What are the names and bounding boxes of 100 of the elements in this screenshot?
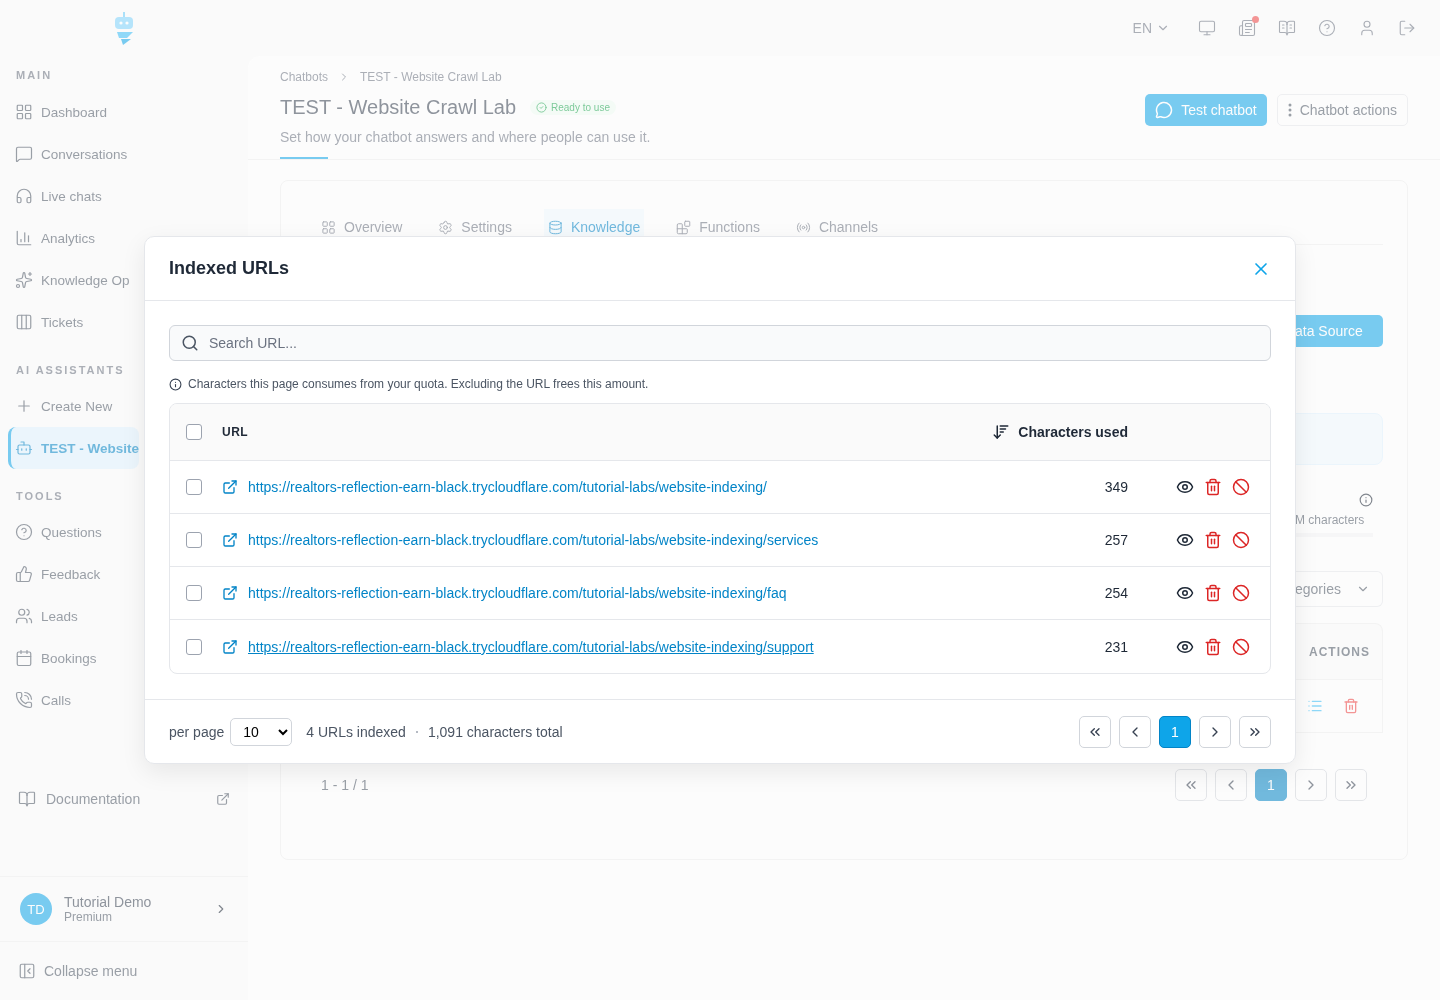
sidebar-item[interactable]: Analytics — [8, 217, 96, 259]
monitor-icon[interactable] — [1198, 19, 1216, 37]
plus-icon — [15, 397, 33, 415]
sidebar-item[interactable]: Tickets — [8, 301, 84, 343]
grid-icon — [15, 103, 33, 121]
logout-icon[interactable] — [1398, 19, 1416, 37]
delete-button[interactable] — [1204, 478, 1222, 496]
previous-page-button[interactable] — [1215, 769, 1247, 801]
url-link[interactable]: https://realtors-reflection-earn-black.trycloudflare.com/tutorial-labs/website-indexing/support — [248, 638, 814, 655]
usage-label: M characters — [1295, 513, 1365, 527]
last-page-button[interactable] — [1335, 769, 1367, 801]
section-heading: TOOLS — [16, 490, 64, 503]
column-header: ACTIONS — [1295, 623, 1383, 679]
settings-icon — [438, 219, 454, 235]
database-icon — [547, 219, 563, 235]
users-icon — [15, 607, 33, 625]
view-button[interactable] — [1176, 531, 1194, 549]
search-field[interactable]: Search URL... — [169, 325, 1271, 361]
url-link[interactable]: https://realtors-reflection-earn-black.trycloudflare.com/tutorial-labs/website-indexing/services — [248, 532, 819, 548]
delete-button[interactable] — [1204, 584, 1222, 602]
eye-icon — [1176, 531, 1194, 549]
breadcrumb-current: TEST - Website Crawl Lab — [360, 70, 502, 84]
tab[interactable]: Channels — [791, 209, 883, 245]
next-page-button[interactable] — [1199, 715, 1231, 748]
delete-button[interactable] — [1204, 531, 1222, 549]
external-link-icon — [222, 638, 238, 655]
url-link[interactable]: https://realtors-reflection-earn-black.trycloudflare.com/tutorial-labs/website-indexing/ — [248, 479, 767, 495]
exclude-button[interactable] — [1232, 584, 1250, 602]
eye-icon — [1176, 478, 1194, 496]
row-checkbox[interactable] — [186, 479, 202, 495]
last-page-button[interactable] — [1239, 715, 1271, 748]
user-icon[interactable] — [1358, 19, 1376, 37]
chatbot-actions-button[interactable]: Chatbot actions — [1276, 94, 1408, 126]
exclude-button[interactable] — [1232, 637, 1250, 656]
trash-icon — [1204, 531, 1222, 549]
list-icon[interactable] — [1307, 698, 1323, 714]
sidebar-item[interactable]: Bookings — [8, 637, 97, 679]
phone-icon — [15, 691, 33, 709]
sort-column-header[interactable]: Characters used — [992, 423, 1128, 441]
row-checkbox[interactable] — [186, 532, 202, 548]
test-chatbot-button[interactable]: Test chatbot — [1145, 94, 1267, 126]
trash-icon — [1204, 478, 1222, 496]
first-page-button[interactable] — [1175, 769, 1207, 801]
user-avatar: TD — [20, 893, 52, 925]
exclude-button[interactable] — [1232, 478, 1250, 496]
sidebar-item[interactable]: Live chats — [8, 175, 102, 217]
sidebar-item[interactable]: Create New — [8, 385, 113, 427]
help-icon[interactable] — [1318, 19, 1336, 37]
per-page-select[interactable]: 10 — [230, 717, 293, 746]
trash-icon[interactable] — [1343, 698, 1359, 714]
row-checkbox[interactable] — [186, 585, 202, 601]
add-data-source-button[interactable]: ata Source — [1295, 315, 1383, 347]
status-badge: Ready to use — [530, 100, 616, 115]
sidebar-item[interactable]: Feedback — [8, 553, 101, 595]
book-icon[interactable] — [1278, 19, 1296, 37]
sidebar-item[interactable]: Leads — [8, 595, 78, 637]
characters-cell: 349 — [1104, 479, 1128, 495]
view-button[interactable] — [1176, 478, 1194, 496]
trash-icon — [1204, 584, 1222, 602]
sidebar-item[interactable]: TEST - Website — [8, 427, 139, 469]
select-all-checkbox[interactable] — [186, 424, 202, 440]
columns-icon — [15, 313, 33, 331]
more-vertical-icon — [1287, 103, 1292, 117]
chart-icon — [15, 229, 33, 247]
thumbs-up-icon — [15, 565, 33, 583]
chat-icon — [15, 145, 33, 163]
documentation-link[interactable]: Documentation — [8, 777, 240, 820]
pagination-range: 1 - 1 / 1 — [321, 777, 369, 793]
page-button[interactable]: 1 — [1159, 715, 1191, 748]
previous-page-button[interactable] — [1119, 715, 1151, 748]
view-button[interactable] — [1176, 584, 1194, 602]
page-button[interactable]: 1 — [1255, 769, 1287, 801]
breadcrumb-link[interactable]: Chatbots — [280, 70, 329, 84]
info-icon — [169, 377, 182, 391]
info-icon — [1359, 493, 1373, 507]
chat-bubble-icon — [1155, 101, 1174, 119]
characters-cell: 254 — [1104, 585, 1128, 601]
collapse-menu-button[interactable]: Collapse menu — [0, 942, 156, 1000]
news-icon[interactable] — [1238, 19, 1256, 37]
delete-button[interactable] — [1204, 637, 1222, 656]
language-selector[interactable]: EN — [1126, 19, 1176, 37]
page-title: TEST - Website Crawl Lab — [280, 96, 516, 119]
section-heading: MAIN — [16, 69, 53, 82]
characters-cell: 257 — [1104, 532, 1128, 548]
quota-note: Characters this page consumes from your quota. Excluding the URL frees this amount. — [188, 377, 649, 391]
sidebar-item[interactable]: Conversations — [8, 133, 128, 175]
row-checkbox[interactable] — [186, 638, 202, 655]
tab[interactable]: Overview — [317, 209, 407, 245]
user-plan: Premium — [64, 910, 113, 924]
external-link-icon — [216, 791, 230, 806]
url-link[interactable]: https://realtors-reflection-earn-black.trycloudflare.com/tutorial-labs/website-indexing/faq — [248, 585, 787, 601]
sidebar-item[interactable]: Dashboard — [8, 91, 108, 133]
first-page-button[interactable] — [1079, 715, 1111, 748]
sidebar-item[interactable]: Calls — [8, 679, 71, 721]
sidebar-item[interactable]: Questions — [8, 511, 102, 553]
next-page-button[interactable] — [1295, 769, 1327, 801]
exclude-button[interactable] — [1232, 531, 1250, 549]
sidebar-item[interactable]: Knowledge Op — [8, 259, 130, 301]
tab[interactable]: Settings — [434, 209, 516, 245]
tab[interactable]: Functions — [672, 209, 764, 245]
